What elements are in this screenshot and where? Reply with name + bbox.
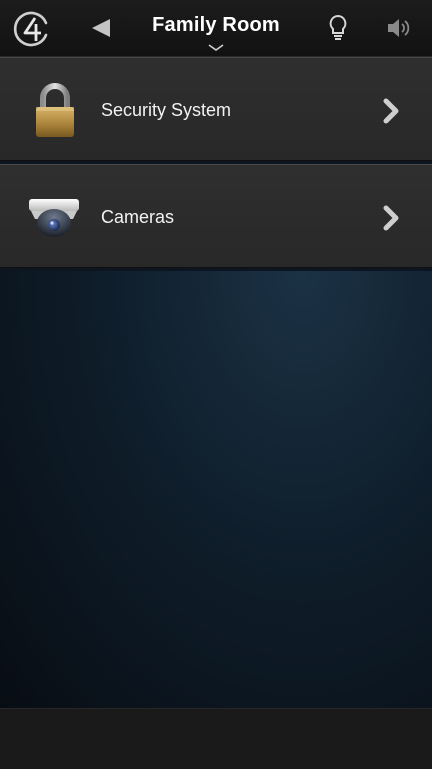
menu-item-cameras[interactable]: Cameras <box>0 164 432 268</box>
bottom-bar <box>0 708 432 769</box>
menu-item-label: Security System <box>101 100 232 120</box>
back-arrow-icon[interactable] <box>84 12 116 44</box>
content-background <box>0 271 432 708</box>
chevron-right-icon[interactable] <box>380 203 402 233</box>
security-camera-icon <box>24 187 86 247</box>
menu-item-label: Cameras <box>101 207 175 227</box>
padlock-icon <box>24 80 86 140</box>
top-bar: Family Room <box>0 0 432 57</box>
chevron-right-icon[interactable] <box>380 96 402 126</box>
room-title[interactable]: Family Room <box>116 14 316 37</box>
lightbulb-icon[interactable] <box>322 10 354 46</box>
control4-logo-icon[interactable] <box>13 10 51 48</box>
chevron-down-icon[interactable] <box>206 40 226 51</box>
menu-item-security-system[interactable]: Security System <box>0 57 432 161</box>
speaker-volume-icon[interactable] <box>382 12 416 44</box>
